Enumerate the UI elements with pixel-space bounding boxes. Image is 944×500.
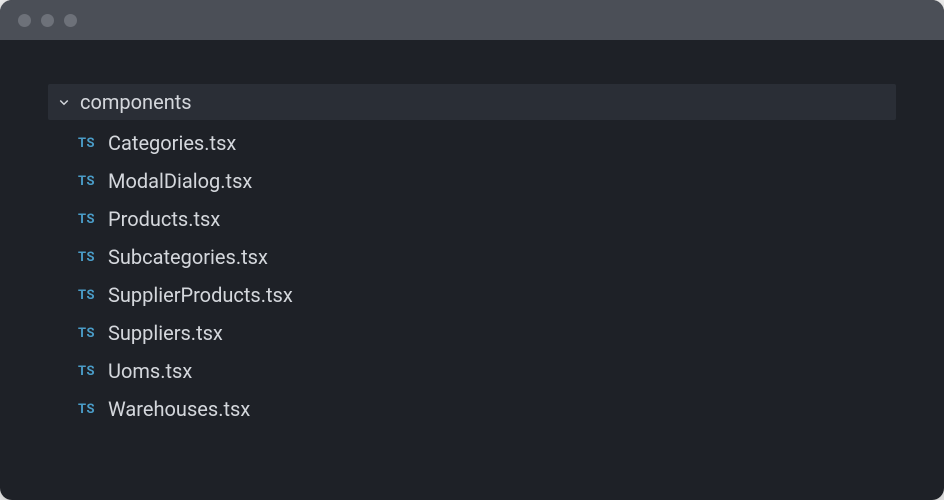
file-item[interactable]: TS ModalDialog.tsx xyxy=(48,162,896,200)
typescript-icon: TS xyxy=(78,402,104,417)
titlebar xyxy=(0,0,944,40)
minimize-window-icon[interactable] xyxy=(41,14,54,27)
file-label: SupplierProducts.tsx xyxy=(108,283,293,307)
editor-window: components TS Categories.tsx TS ModalDia… xyxy=(0,0,944,500)
close-window-icon[interactable] xyxy=(18,14,31,27)
file-item[interactable]: TS Suppliers.tsx xyxy=(48,314,896,352)
file-list: TS Categories.tsx TS ModalDialog.tsx TS … xyxy=(48,124,896,428)
typescript-icon: TS xyxy=(78,326,104,341)
file-item[interactable]: TS Uoms.tsx xyxy=(48,352,896,390)
file-item[interactable]: TS Products.tsx xyxy=(48,200,896,238)
folder-components[interactable]: components xyxy=(48,84,896,120)
chevron-down-icon xyxy=(56,94,72,110)
maximize-window-icon[interactable] xyxy=(64,14,77,27)
typescript-icon: TS xyxy=(78,364,104,379)
file-label: Warehouses.tsx xyxy=(108,397,250,421)
file-item[interactable]: TS Categories.tsx xyxy=(48,124,896,162)
file-label: Uoms.tsx xyxy=(108,359,192,383)
file-label: Subcategories.tsx xyxy=(108,245,268,269)
file-item[interactable]: TS SupplierProducts.tsx xyxy=(48,276,896,314)
folder-label: components xyxy=(80,90,192,114)
typescript-icon: TS xyxy=(78,288,104,303)
file-item[interactable]: TS Subcategories.tsx xyxy=(48,238,896,276)
file-label: Categories.tsx xyxy=(108,131,236,155)
typescript-icon: TS xyxy=(78,212,104,227)
typescript-icon: TS xyxy=(78,250,104,265)
file-explorer: components TS Categories.tsx TS ModalDia… xyxy=(0,40,944,428)
file-label: Suppliers.tsx xyxy=(108,321,223,345)
file-item[interactable]: TS Warehouses.tsx xyxy=(48,390,896,428)
typescript-icon: TS xyxy=(78,136,104,151)
typescript-icon: TS xyxy=(78,174,104,189)
file-label: ModalDialog.tsx xyxy=(108,169,252,193)
file-label: Products.tsx xyxy=(108,207,220,231)
